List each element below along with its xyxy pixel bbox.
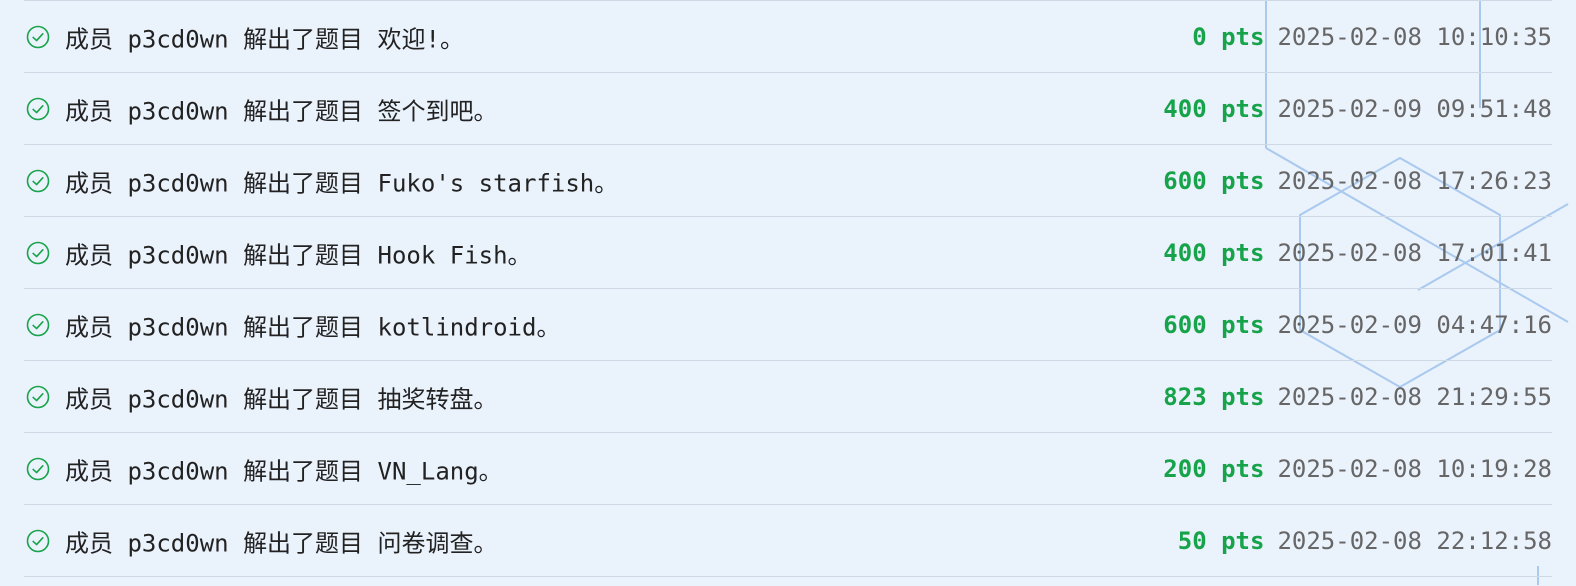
points-value: 600 pts [1163, 310, 1265, 339]
solve-timestamp: 2025-02-08 10:19:28 [1277, 454, 1552, 483]
solve-row: 成员 p3cd0wn 解出了题目 VN_Lang。 200 pts 2025-0… [24, 433, 1552, 505]
solve-message: 成员 p3cd0wn 解出了题目 问卷调查。 [65, 523, 498, 558]
check-circle-icon [26, 25, 50, 49]
solve-action: 解出了题目 [243, 169, 364, 197]
check-circle-icon [26, 97, 50, 121]
solve-meta: 600 pts 2025-02-09 04:47:16 [1163, 311, 1552, 339]
solve-timestamp: 2025-02-08 10:10:35 [1277, 22, 1552, 51]
member-name: p3cd0wn [127, 457, 229, 485]
solve-action: 解出了题目 [243, 241, 364, 269]
member-name: p3cd0wn [127, 241, 229, 269]
solve-message: 成员 p3cd0wn 解出了题目 kotlindroid。 [65, 307, 560, 342]
solve-row: 成员 p3cd0wn 解出了题目 Fuko's starfish。 600 pt… [24, 145, 1552, 217]
solve-action: 解出了题目 [243, 25, 364, 53]
solve-meta: 0 pts 2025-02-08 10:10:35 [1192, 23, 1552, 51]
solve-row: 成员 p3cd0wn 解出了题目 Hook Fish。 400 pts 2025… [24, 217, 1552, 289]
member-name: p3cd0wn [127, 97, 229, 125]
solve-meta: 400 pts 2025-02-08 17:01:41 [1163, 239, 1552, 267]
solve-timestamp: 2025-02-09 04:47:16 [1277, 310, 1552, 339]
member-label: 成员 [65, 313, 113, 341]
check-circle-icon [26, 169, 50, 193]
points-value: 400 pts [1163, 238, 1265, 267]
solve-action: 解出了题目 [243, 385, 364, 413]
challenge-name: Fuko's starfish。 [377, 169, 619, 197]
solve-meta: 200 pts 2025-02-08 10:19:28 [1163, 455, 1552, 483]
solve-row: 成员 p3cd0wn 解出了题目 签个到吧。 400 pts 2025-02-0… [24, 73, 1552, 145]
solve-message: 成员 p3cd0wn 解出了题目 签个到吧。 [65, 91, 498, 126]
points-value: 400 pts [1163, 94, 1265, 123]
check-circle-icon [26, 529, 50, 553]
check-circle-icon [26, 457, 50, 481]
challenge-name: Hook Fish。 [377, 241, 532, 269]
member-label: 成员 [65, 457, 113, 485]
solve-meta: 600 pts 2025-02-08 17:26:23 [1163, 167, 1552, 195]
points-value: 600 pts [1163, 166, 1265, 195]
solve-action: 解出了题目 [243, 97, 364, 125]
member-label: 成员 [65, 25, 113, 53]
member-label: 成员 [65, 169, 113, 197]
solve-message: 成员 p3cd0wn 解出了题目 VN_Lang。 [65, 451, 503, 486]
member-name: p3cd0wn [127, 529, 229, 557]
points-value: 200 pts [1163, 454, 1265, 483]
solve-meta: 823 pts 2025-02-08 21:29:55 [1163, 383, 1552, 411]
check-circle-icon [26, 241, 50, 265]
solve-row: 成员 p3cd0wn 解出了题目 欢迎!。 0 pts 2025-02-08 1… [24, 1, 1552, 73]
challenge-name: 抽奖转盘。 [377, 385, 498, 413]
member-name: p3cd0wn [127, 169, 229, 197]
solve-message: 成员 p3cd0wn 解出了题目 抽奖转盘。 [65, 379, 498, 414]
challenge-name: VN_Lang。 [377, 457, 503, 485]
points-value: 0 pts [1192, 22, 1265, 51]
check-circle-icon [26, 313, 50, 337]
challenge-name: 欢迎!。 [377, 25, 464, 53]
solve-action: 解出了题目 [243, 457, 364, 485]
solve-action: 解出了题目 [243, 529, 364, 557]
member-label: 成员 [65, 385, 113, 413]
challenge-name: kotlindroid。 [377, 313, 561, 341]
challenge-name: 签个到吧。 [377, 97, 498, 125]
member-label: 成员 [65, 241, 113, 269]
solve-row: 成员 p3cd0wn 解出了题目 问卷调查。 50 pts 2025-02-08… [24, 505, 1552, 577]
member-name: p3cd0wn [127, 313, 229, 341]
solve-timestamp: 2025-02-08 22:12:58 [1277, 526, 1552, 555]
solve-timestamp: 2025-02-08 21:29:55 [1277, 382, 1552, 411]
solve-meta: 400 pts 2025-02-09 09:51:48 [1163, 95, 1552, 123]
member-label: 成员 [65, 529, 113, 557]
challenge-name: 问卷调查。 [377, 529, 498, 557]
member-name: p3cd0wn [127, 25, 229, 53]
points-value: 50 pts [1177, 526, 1265, 555]
solve-message: 成员 p3cd0wn 解出了题目 欢迎!。 [65, 19, 464, 54]
solve-timestamp: 2025-02-08 17:01:41 [1277, 238, 1552, 267]
points-value: 823 pts [1163, 382, 1265, 411]
solve-meta: 50 pts 2025-02-08 22:12:58 [1178, 527, 1552, 555]
solve-message: 成员 p3cd0wn 解出了题目 Fuko's starfish。 [65, 163, 618, 198]
solve-message: 成员 p3cd0wn 解出了题目 Hook Fish。 [65, 235, 532, 270]
member-name: p3cd0wn [127, 385, 229, 413]
solve-activity-list: 成员 p3cd0wn 解出了题目 欢迎!。 0 pts 2025-02-08 1… [24, 0, 1552, 586]
solve-row: 成员 p3cd0wn 解出了题目 抽奖转盘。 823 pts 2025-02-0… [24, 361, 1552, 433]
solve-action: 解出了题目 [243, 313, 364, 341]
solve-row: 成员 p3cd0wn 解出了题目 kotlindroid。 600 pts 20… [24, 289, 1552, 361]
solve-timestamp: 2025-02-09 09:51:48 [1277, 94, 1552, 123]
check-circle-icon [26, 385, 50, 409]
member-label: 成员 [65, 97, 113, 125]
solve-timestamp: 2025-02-08 17:26:23 [1277, 166, 1552, 195]
